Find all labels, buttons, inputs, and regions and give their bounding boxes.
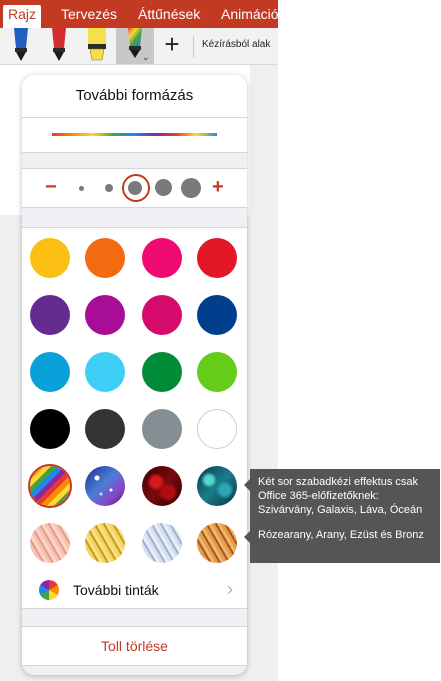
color-swatch[interactable] (85, 409, 125, 449)
color-swatch[interactable] (197, 409, 237, 449)
ink-to-shape-button[interactable]: Kézírásból alak (202, 39, 270, 50)
color-swatch[interactable] (30, 295, 70, 335)
selected-swatch-ring (28, 464, 72, 508)
color-swatch[interactable] (142, 352, 182, 392)
color-swatch[interactable] (85, 352, 125, 392)
color-wheel-icon (39, 580, 59, 600)
lava-ink-swatch[interactable] (142, 466, 182, 506)
callout-text: Szivárvány, Galaxis, Láva, Óceán (258, 504, 423, 516)
color-swatch[interactable] (30, 409, 70, 449)
color-swatch[interactable] (197, 238, 237, 278)
more-inks-row[interactable]: További tinták › (22, 572, 247, 609)
more-inks-label: További tinták (73, 582, 159, 598)
color-swatch[interactable] (85, 238, 125, 278)
tab-tervezes[interactable]: Tervezés (61, 6, 117, 22)
thickness-option-1[interactable] (79, 186, 84, 191)
plus-icon[interactable]: + (160, 31, 184, 57)
tab-rajz[interactable]: Rajz (3, 5, 42, 28)
thickness-selector: − + (22, 168, 247, 208)
thickness-option-5[interactable] (181, 178, 201, 198)
color-swatch[interactable] (30, 352, 70, 392)
callout-text: Két sor szabadkézi effektus csak (258, 476, 418, 488)
thickness-increase-button[interactable]: + (212, 176, 224, 199)
thickness-decrease-button[interactable]: − (45, 176, 57, 199)
more-formatting-popover: További formázás − + További tinták › To… (22, 75, 247, 675)
color-swatch[interactable] (197, 295, 237, 335)
galaxy-ink-swatch[interactable] (85, 466, 125, 506)
toolbar-divider (193, 36, 194, 58)
highlighter-icon[interactable] (84, 28, 110, 62)
color-swatch[interactable] (197, 352, 237, 392)
callout-text: Office 365-előfizetőknek: (258, 490, 379, 502)
chevron-down-icon[interactable]: ⌄ (142, 52, 150, 63)
thickness-option-3[interactable] (128, 181, 142, 195)
stroke-preview-row (22, 118, 247, 153)
silver-ink-swatch[interactable] (142, 523, 182, 563)
callout-text: Rózearany, Arany, Ezüst és Bronz (258, 529, 424, 541)
ocean-ink-swatch[interactable] (197, 466, 237, 506)
delete-pen-button[interactable]: Toll törlése (22, 638, 247, 654)
color-swatch-grid (22, 227, 247, 574)
thickness-option-2[interactable] (105, 184, 113, 192)
color-swatch[interactable] (30, 238, 70, 278)
ribbon-tab-bar: Rajz Tervezés Áttűnések Animációk (0, 0, 278, 28)
color-swatch[interactable] (142, 409, 182, 449)
stroke-preview (52, 133, 217, 136)
delete-pen-row: Toll törlése (22, 626, 247, 666)
chevron-right-icon: › (227, 579, 233, 599)
color-swatch[interactable] (142, 238, 182, 278)
bronze-ink-swatch[interactable] (197, 523, 237, 563)
popover-header: További formázás (22, 75, 247, 118)
ribbon-toolbar: ⌄ + Kézírásból alak (0, 28, 278, 65)
color-swatch[interactable] (85, 295, 125, 335)
color-swatch[interactable] (142, 295, 182, 335)
thickness-option-4[interactable] (155, 179, 172, 196)
gold-ink-swatch[interactable] (85, 523, 125, 563)
pen-icon[interactable] (46, 28, 72, 62)
rose-gold-ink-swatch[interactable] (30, 523, 70, 563)
popover-title: További formázás (75, 87, 194, 104)
pen-icon[interactable] (8, 28, 34, 62)
tab-attunesek[interactable]: Áttűnések (138, 6, 200, 22)
tab-animaciok[interactable]: Animációk (221, 6, 278, 22)
info-callout: Két sor szabadkézi effektus csak Office … (250, 469, 440, 563)
